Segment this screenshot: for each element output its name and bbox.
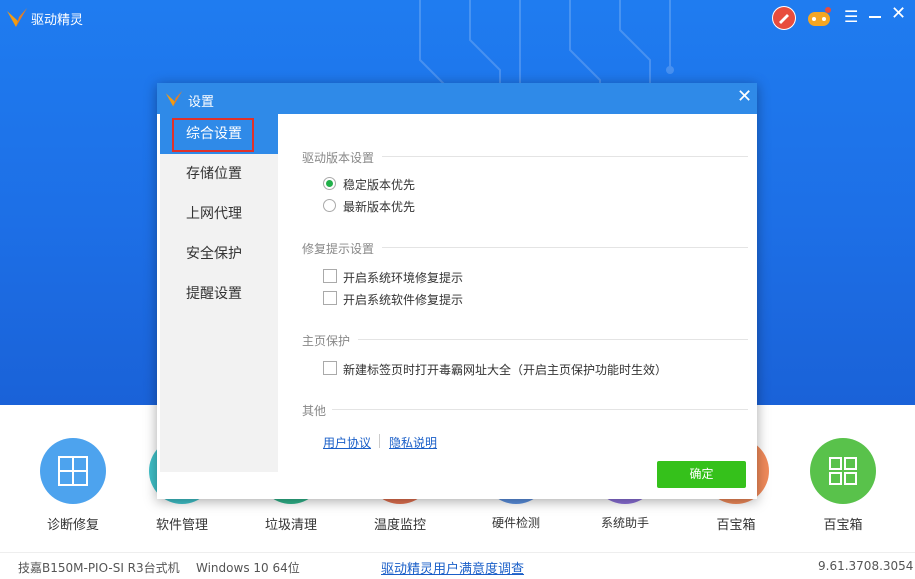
survey-link[interactable]: 驱动精灵用户满意度调查 xyxy=(381,558,524,577)
feature-label: 硬件检测 xyxy=(491,516,540,530)
section-title-driver-version: 驱动版本设置 xyxy=(302,151,375,165)
nav-item-label: 安全保护 xyxy=(186,246,242,262)
app-logo-icon xyxy=(7,8,27,27)
nav-item-reminder[interactable]: 提醒设置 xyxy=(160,274,278,314)
dialog-header: 设置 ✕ xyxy=(157,83,757,114)
section-divider xyxy=(358,339,748,340)
feature-label: 系统助手 xyxy=(600,516,649,530)
section-divider xyxy=(332,409,748,410)
feature-label: 诊断修复 xyxy=(46,518,99,533)
checkbox-label: 开启系统环境修复提示 xyxy=(343,271,464,285)
grid-icon xyxy=(810,438,876,504)
nav-item-label: 存储位置 xyxy=(186,166,242,182)
app-title: 驱动精灵 xyxy=(31,13,84,28)
section-title-repair-hint: 修复提示设置 xyxy=(302,242,375,256)
window-close-icon[interactable]: ✕ xyxy=(891,5,906,23)
feature-label: 温度监控 xyxy=(373,518,426,533)
radio-label: 稳定版本优先 xyxy=(343,178,416,192)
radio-label: 最新版本优先 xyxy=(343,200,416,214)
rocket-icon[interactable] xyxy=(772,6,796,30)
nav-item-storage[interactable]: 存储位置 xyxy=(160,154,278,194)
feature-label: 垃圾清理 xyxy=(264,518,317,533)
nav-item-security[interactable]: 安全保护 xyxy=(160,234,278,274)
settings-panel: 驱动版本设置 稳定版本优先 最新版本优先 修复提示设置 开启系统环境修复提示 开… xyxy=(278,114,757,499)
os-version: Windows 10 64位 xyxy=(196,561,300,575)
menu-icon[interactable]: ☰ xyxy=(844,9,858,25)
app-version: 9.61.3708.3054 xyxy=(818,559,914,573)
user-agreement-link[interactable]: 用户协议 xyxy=(323,434,371,451)
feature-label: 百宝箱 xyxy=(823,518,863,533)
feature-more[interactable]: 百宝箱 xyxy=(803,438,883,533)
radio-button[interactable] xyxy=(323,177,336,190)
nav-item-label: 上网代理 xyxy=(186,206,242,222)
radio-button[interactable] xyxy=(323,199,336,212)
dialog-logo-icon xyxy=(165,90,183,107)
ok-button[interactable]: 确定 xyxy=(657,461,746,488)
section-divider xyxy=(382,156,748,157)
checkbox[interactable] xyxy=(323,291,337,305)
nav-item-general[interactable]: 综合设置 xyxy=(160,114,278,154)
game-icon[interactable] xyxy=(807,6,831,30)
dialog-title: 设置 xyxy=(188,95,215,110)
status-bar: 技嘉B150M-PIO-SI R3台式机 Windows 10 64位 驱动精灵… xyxy=(0,552,915,579)
checkbox-label: 开启系统软件修复提示 xyxy=(343,293,464,307)
checkbox[interactable] xyxy=(323,269,337,283)
minimize-icon[interactable] xyxy=(868,6,882,24)
section-title-other: 其他 xyxy=(302,404,327,418)
settings-nav: 综合设置 存储位置 上网代理 安全保护 提醒设置 xyxy=(160,114,278,472)
checkbox-label: 新建标签页时打开毒霸网址大全（开启主页保护功能时生效） xyxy=(343,363,668,377)
nav-item-label: 提醒设置 xyxy=(186,286,242,302)
section-title-home-protect: 主页保护 xyxy=(302,334,351,348)
privacy-link[interactable]: 隐私说明 xyxy=(389,434,437,451)
link-separator xyxy=(379,434,380,448)
section-divider xyxy=(382,247,748,248)
nav-item-label: 综合设置 xyxy=(186,126,242,142)
diagnose-icon xyxy=(40,438,106,504)
feature-label: 软件管理 xyxy=(155,518,208,533)
nav-item-proxy[interactable]: 上网代理 xyxy=(160,194,278,234)
feature-label: 百宝箱 xyxy=(716,518,756,533)
dialog-close-icon[interactable]: ✕ xyxy=(737,88,752,106)
settings-dialog: 设置 ✕ 综合设置 存储位置 上网代理 安全保护 提醒设置 驱动版本设置 稳定版… xyxy=(157,83,757,499)
machine-model: 技嘉B150M-PIO-SI R3台式机 xyxy=(18,561,180,575)
feature-diagnose[interactable]: 诊断修复 xyxy=(33,438,113,533)
checkbox[interactable] xyxy=(323,361,337,375)
